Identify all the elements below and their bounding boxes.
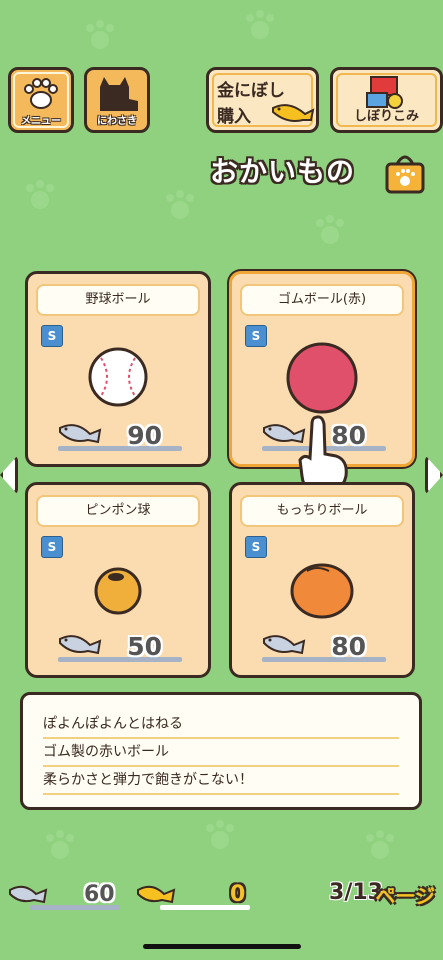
item-description-panel: ぽよんぽよんとはねる ゴム製の赤いボール 柔らかさと弾力で飽きがこない！ <box>20 692 422 810</box>
filter-button-label: しぼりこみ <box>353 109 419 124</box>
baseball-icon <box>88 347 148 407</box>
item-price: 50 <box>127 632 162 661</box>
ping-pong-ball-icon <box>94 567 142 615</box>
rank-badge: S <box>245 536 267 558</box>
home-indicator[interactable] <box>143 944 301 949</box>
rank-badge: S <box>41 536 63 558</box>
menu-button[interactable]: メニュー <box>8 67 74 133</box>
previous-page-arrow[interactable] <box>0 455 18 495</box>
item-name: ピンポン球 <box>36 495 200 527</box>
item-card-red-rubber-ball[interactable]: ゴムボール(赤) S 80 <box>229 271 415 498</box>
niboshi-icon <box>59 424 102 444</box>
item-card-mochi-ball[interactable]: もっちりボール S 80 <box>229 482 415 678</box>
item-card-baseball[interactable]: 野球ボール S 90 <box>25 271 211 467</box>
price-underline <box>58 657 182 662</box>
shopping-basket-icon <box>385 155 425 194</box>
item-name: 野球ボール <box>36 284 200 316</box>
price-underline <box>262 657 386 662</box>
cat-icon <box>100 77 138 111</box>
paw-pattern-background <box>26 10 394 859</box>
silver-niboshi-count: 60 <box>84 882 115 907</box>
menu-button-label: メニュー <box>21 116 61 127</box>
filter-button[interactable]: しぼりこみ <box>330 67 443 133</box>
gold-niboshi-count: 0 <box>230 882 246 907</box>
currency-status-bar: 60 0 3/13 ページ <box>0 878 443 914</box>
item-price: 80 <box>331 632 366 661</box>
description-line: 柔らかさと弾力で飽きがこない！ <box>43 767 399 795</box>
item-name: ゴムボール(赤) <box>240 284 404 316</box>
description-line: ぽよんぽよんとはねる <box>43 711 399 739</box>
paw-icon <box>24 78 58 109</box>
price-underline <box>58 446 182 451</box>
garden-button[interactable]: にわさき <box>84 67 150 133</box>
niboshi-icon <box>59 635 102 655</box>
rank-badge: S <box>41 325 63 347</box>
buy-gold-niboshi-button[interactable]: 金にぼし 購入 <box>206 67 319 133</box>
description-line: ゴム製の赤いボール <box>43 739 399 767</box>
item-card-ping-pong-ball[interactable]: ピンポン球 S 50 <box>25 482 211 678</box>
garden-button-label: にわさき <box>97 116 137 127</box>
page-label: ページ <box>375 884 435 908</box>
buy-gold-niboshi-line2: 購入 <box>217 107 251 127</box>
item-price: 90 <box>127 421 162 450</box>
rank-badge: S <box>245 325 267 347</box>
mochi-ball-icon <box>290 563 354 619</box>
page-title: おかいもの <box>210 155 356 188</box>
red-rubber-ball-icon <box>286 342 358 414</box>
gold-niboshi-icon <box>272 104 315 122</box>
item-name: もっちりボール <box>240 495 404 527</box>
next-page-arrow[interactable] <box>425 455 443 495</box>
niboshi-icon <box>263 635 306 655</box>
